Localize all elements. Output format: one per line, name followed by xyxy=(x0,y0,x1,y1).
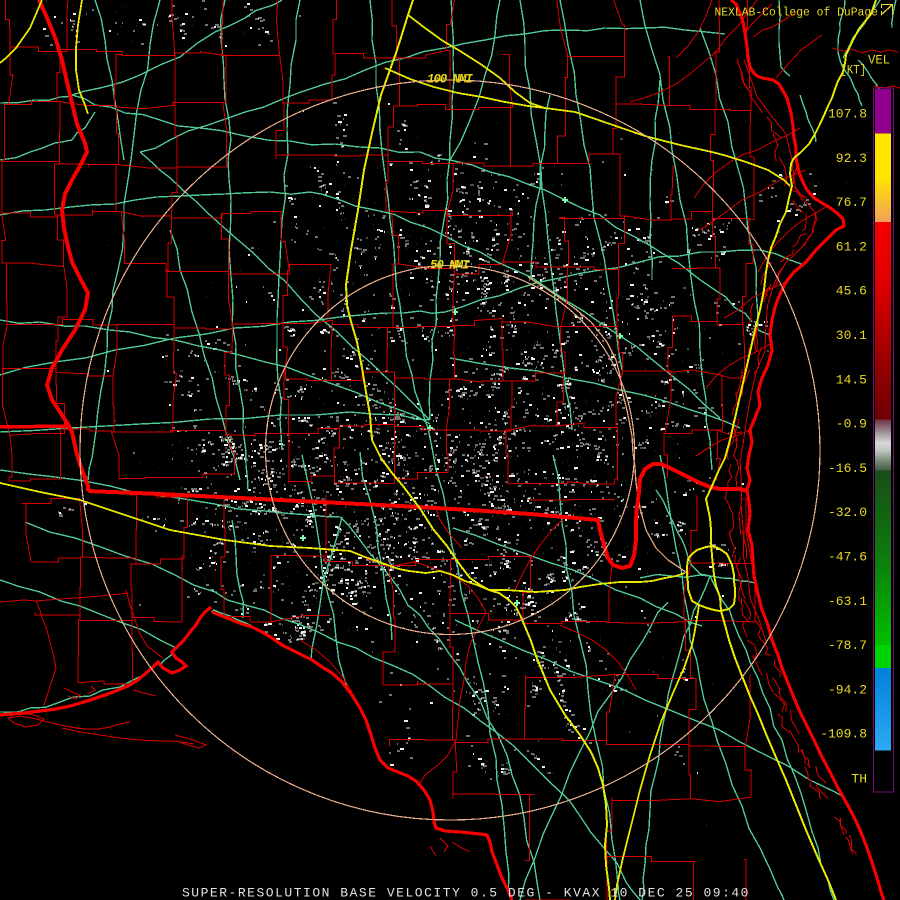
svg-text:-32.0: -32.0 xyxy=(828,505,867,520)
svg-text:[KT]: [KT] xyxy=(841,64,867,78)
svg-text:-63.1: -63.1 xyxy=(828,594,867,609)
svg-text:TH: TH xyxy=(851,772,867,787)
svg-text:45.6: 45.6 xyxy=(836,284,867,299)
svg-text:107.8: 107.8 xyxy=(828,107,867,122)
svg-text:-0.9: -0.9 xyxy=(836,417,867,432)
svg-text:-109.8: -109.8 xyxy=(820,727,867,742)
svg-text:30.1: 30.1 xyxy=(836,328,867,343)
svg-text:-16.5: -16.5 xyxy=(828,461,867,476)
svg-text:SUPER-RESOLUTION BASE VELOCITY: SUPER-RESOLUTION BASE VELOCITY 0.5 DEG -… xyxy=(182,886,748,900)
svg-text:14.5: 14.5 xyxy=(836,372,867,387)
svg-text:VEL: VEL xyxy=(868,54,890,68)
svg-text:100 NMI: 100 NMI xyxy=(427,73,473,87)
svg-text:76.7: 76.7 xyxy=(836,195,867,210)
svg-text:92.3: 92.3 xyxy=(836,151,867,166)
svg-text:NEXLAB-College of DuPage: NEXLAB-College of DuPage xyxy=(715,7,879,20)
svg-text:-47.6: -47.6 xyxy=(828,550,867,565)
svg-text:-94.2: -94.2 xyxy=(828,682,867,697)
svg-text:-78.7: -78.7 xyxy=(828,638,867,653)
svg-text:61.2: 61.2 xyxy=(836,239,867,254)
svg-text:50 NMI: 50 NMI xyxy=(430,259,470,273)
